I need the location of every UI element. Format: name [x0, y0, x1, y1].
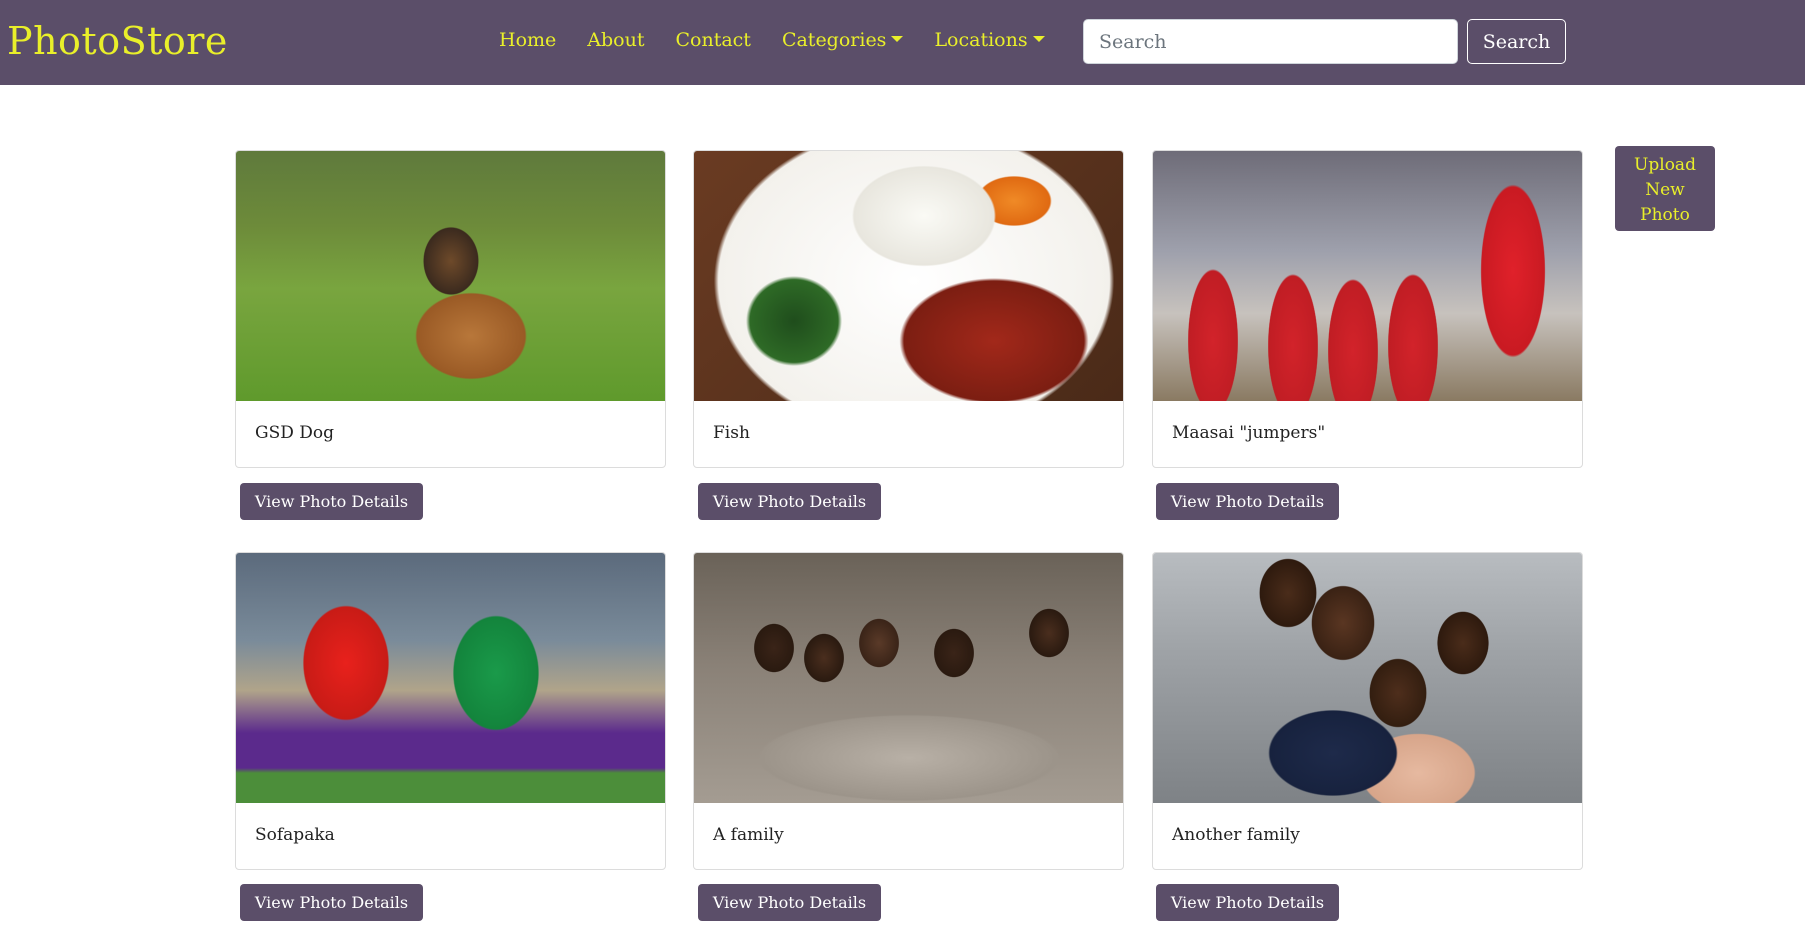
photo-card: GSD Dog: [235, 150, 666, 468]
photo-title: Another family: [1172, 825, 1300, 845]
nav-dropdown-locations-label: Locations: [934, 29, 1028, 51]
upload-new-photo-button[interactable]: Upload New Photo: [1615, 146, 1715, 231]
photo-title: A family: [713, 825, 784, 845]
photo-card: Maasai "jumpers": [1152, 150, 1583, 468]
brand-logo[interactable]: PhotoStore: [7, 18, 228, 64]
nav-link-home[interactable]: Home: [499, 28, 556, 52]
caret-down-icon: [891, 36, 904, 42]
photo-title: GSD Dog: [255, 423, 335, 443]
photo-image-maasai: [1153, 151, 1582, 401]
nav-dropdown-categories-label: Categories: [781, 29, 887, 51]
search-input[interactable]: [1083, 19, 1458, 64]
photo-image-dog: [236, 151, 665, 401]
view-photo-details-button[interactable]: View Photo Details: [240, 884, 423, 921]
caret-down-icon: [1032, 36, 1045, 42]
view-photo-details-button[interactable]: View Photo Details: [240, 483, 423, 520]
photo-title: Maasai "jumpers": [1172, 423, 1326, 443]
photo-card: Fish: [693, 150, 1124, 468]
photo-title: Sofapaka: [255, 825, 335, 845]
photo-card: A family: [693, 552, 1124, 870]
photo-image-fish: [694, 151, 1123, 401]
upload-label-line2: New: [1645, 180, 1685, 200]
view-photo-details-button[interactable]: View Photo Details: [698, 884, 881, 921]
nav-dropdown-categories[interactable]: Categories: [782, 28, 904, 52]
photo-card: Another family: [1152, 552, 1583, 870]
nav-links: Home About Contact Categories Locations: [499, 28, 1076, 52]
photo-image-another-family: [1153, 553, 1582, 803]
nav-dropdown-locations[interactable]: Locations: [934, 28, 1045, 52]
photo-title: Fish: [713, 423, 750, 443]
view-photo-details-button[interactable]: View Photo Details: [1156, 884, 1339, 921]
photo-image-soccer: [236, 553, 665, 803]
photo-card: Sofapaka: [235, 552, 666, 870]
navbar: PhotoStore Home About Contact Categories…: [0, 0, 1805, 85]
search-button[interactable]: Search: [1467, 19, 1566, 64]
nav-link-contact[interactable]: Contact: [675, 28, 750, 52]
upload-label-line3: Photo: [1640, 205, 1690, 225]
nav-link-about[interactable]: About: [587, 28, 644, 52]
photo-image-family: [694, 553, 1123, 803]
upload-label-line1: Upload: [1634, 155, 1696, 175]
view-photo-details-button[interactable]: View Photo Details: [698, 483, 881, 520]
view-photo-details-button[interactable]: View Photo Details: [1156, 483, 1339, 520]
